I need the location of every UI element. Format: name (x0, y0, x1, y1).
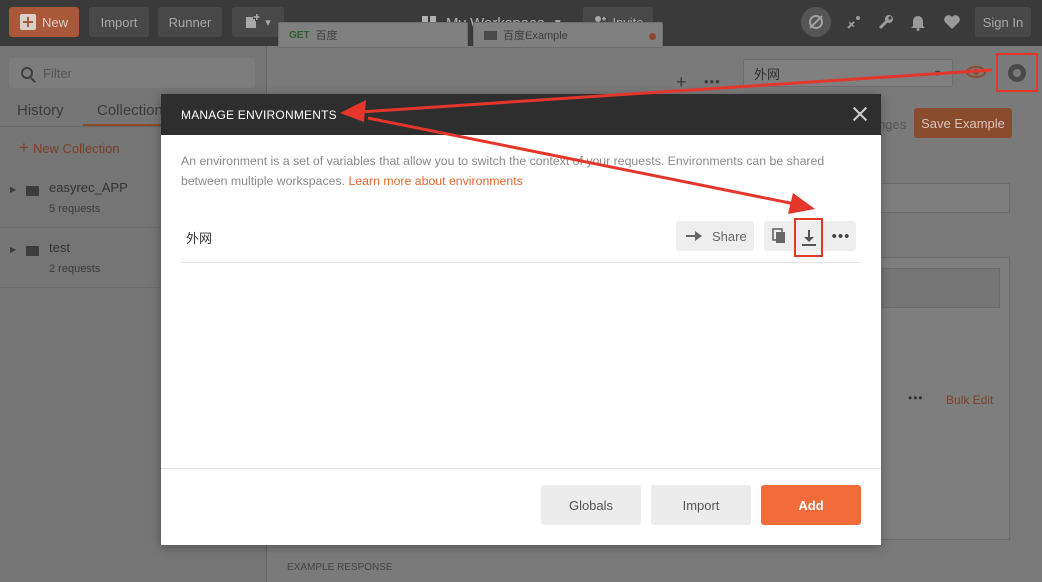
add-environment-button[interactable]: Add (761, 485, 861, 525)
new-collection-button[interactable]: + New Collection (19, 138, 120, 158)
example-tab[interactable]: 百度Example (473, 22, 663, 48)
collection-name: test (49, 240, 70, 255)
filter-placeholder: Filter (43, 65, 72, 81)
modal-description: An environment is a set of variables tha… (181, 151, 861, 191)
bell-icon[interactable] (904, 8, 932, 36)
chevron-right-icon[interactable]: ▶ (10, 185, 16, 194)
collection-request-count: 5 requests (49, 203, 101, 215)
more-icon[interactable]: ••• (908, 391, 924, 405)
environment-select-value: 外网 (754, 66, 781, 82)
share-label: Share (712, 228, 747, 244)
unsaved-dot (649, 33, 656, 40)
request-method: GET (289, 29, 310, 41)
tab-collections[interactable]: Collections (97, 102, 170, 119)
modal-header: MANAGE ENVIRONMENTS (161, 94, 881, 135)
background-field (882, 268, 1000, 308)
new-button[interactable]: New (9, 7, 79, 37)
example-tab-label: 百度Example (503, 30, 568, 42)
new-collection-label: New Collection (32, 141, 120, 156)
modal-title: MANAGE ENVIRONMENTS (181, 108, 337, 122)
wrench-icon[interactable] (872, 8, 900, 36)
footer-divider (161, 468, 881, 469)
builder-icon (246, 14, 260, 28)
tab-history[interactable]: History (17, 102, 64, 119)
sync-off-icon[interactable] (801, 7, 831, 37)
chevron-right-icon[interactable]: ▶ (10, 245, 16, 254)
gear-icon (1008, 63, 1026, 82)
eye-icon[interactable] (966, 66, 986, 78)
duplicate-icon (772, 228, 785, 243)
share-arrow-icon (686, 230, 704, 242)
new-tab-button[interactable]: + (676, 72, 687, 93)
background-field (880, 183, 1010, 213)
save-example-button[interactable]: Save Example (914, 108, 1012, 138)
changes-label: nges (878, 117, 907, 132)
plus-icon (19, 14, 36, 30)
new-button-label: New (41, 14, 68, 30)
manage-environments-modal: MANAGE ENVIRONMENTS An environment is a … (161, 94, 881, 545)
learn-more-link[interactable]: Learn more about environments (348, 174, 522, 188)
environment-row[interactable]: 外网 Share ••• (181, 218, 861, 263)
example-response-heading: EXAMPLE RESPONSE (287, 562, 393, 573)
plus-icon: + (19, 138, 29, 157)
download-button[interactable] (794, 218, 823, 257)
satellite-icon[interactable] (840, 8, 868, 36)
folder-icon (26, 246, 39, 256)
environment-select[interactable]: 外网 ▼ (743, 59, 953, 87)
globals-button[interactable]: Globals (541, 485, 641, 525)
share-button[interactable]: Share (676, 221, 754, 251)
request-tab-label: 百度 (315, 30, 338, 42)
environment-name: 外网 (186, 231, 213, 246)
download-icon (801, 229, 816, 246)
duplicate-button[interactable] (764, 221, 794, 251)
collection-request-count: 2 requests (49, 263, 101, 275)
folder-icon (26, 186, 39, 196)
tab-more-icon[interactable]: ••• (704, 74, 721, 89)
close-icon[interactable] (851, 105, 869, 123)
collection-name: easyrec_APP (49, 180, 128, 195)
environment-actions: ••• (764, 218, 856, 257)
heart-icon[interactable] (938, 8, 966, 36)
sign-in-button[interactable]: Sign In (975, 7, 1031, 37)
import-button[interactable]: Import (89, 7, 149, 37)
request-tab[interactable]: GET 百度 (278, 22, 468, 48)
manage-environments-button[interactable] (996, 53, 1038, 92)
chevron-down-icon: ▼ (933, 68, 942, 78)
builder-button[interactable]: ▾ (232, 7, 284, 37)
filter-input[interactable]: Filter (9, 58, 255, 88)
builder-caret: ▾ (265, 16, 271, 29)
bulk-edit-link[interactable]: Bulk Edit (946, 393, 993, 407)
example-icon (484, 30, 497, 40)
more-icon[interactable]: ••• (826, 221, 856, 251)
runner-button[interactable]: Runner (158, 7, 222, 37)
search-icon (21, 67, 33, 79)
import-env-button[interactable]: Import (651, 485, 751, 525)
